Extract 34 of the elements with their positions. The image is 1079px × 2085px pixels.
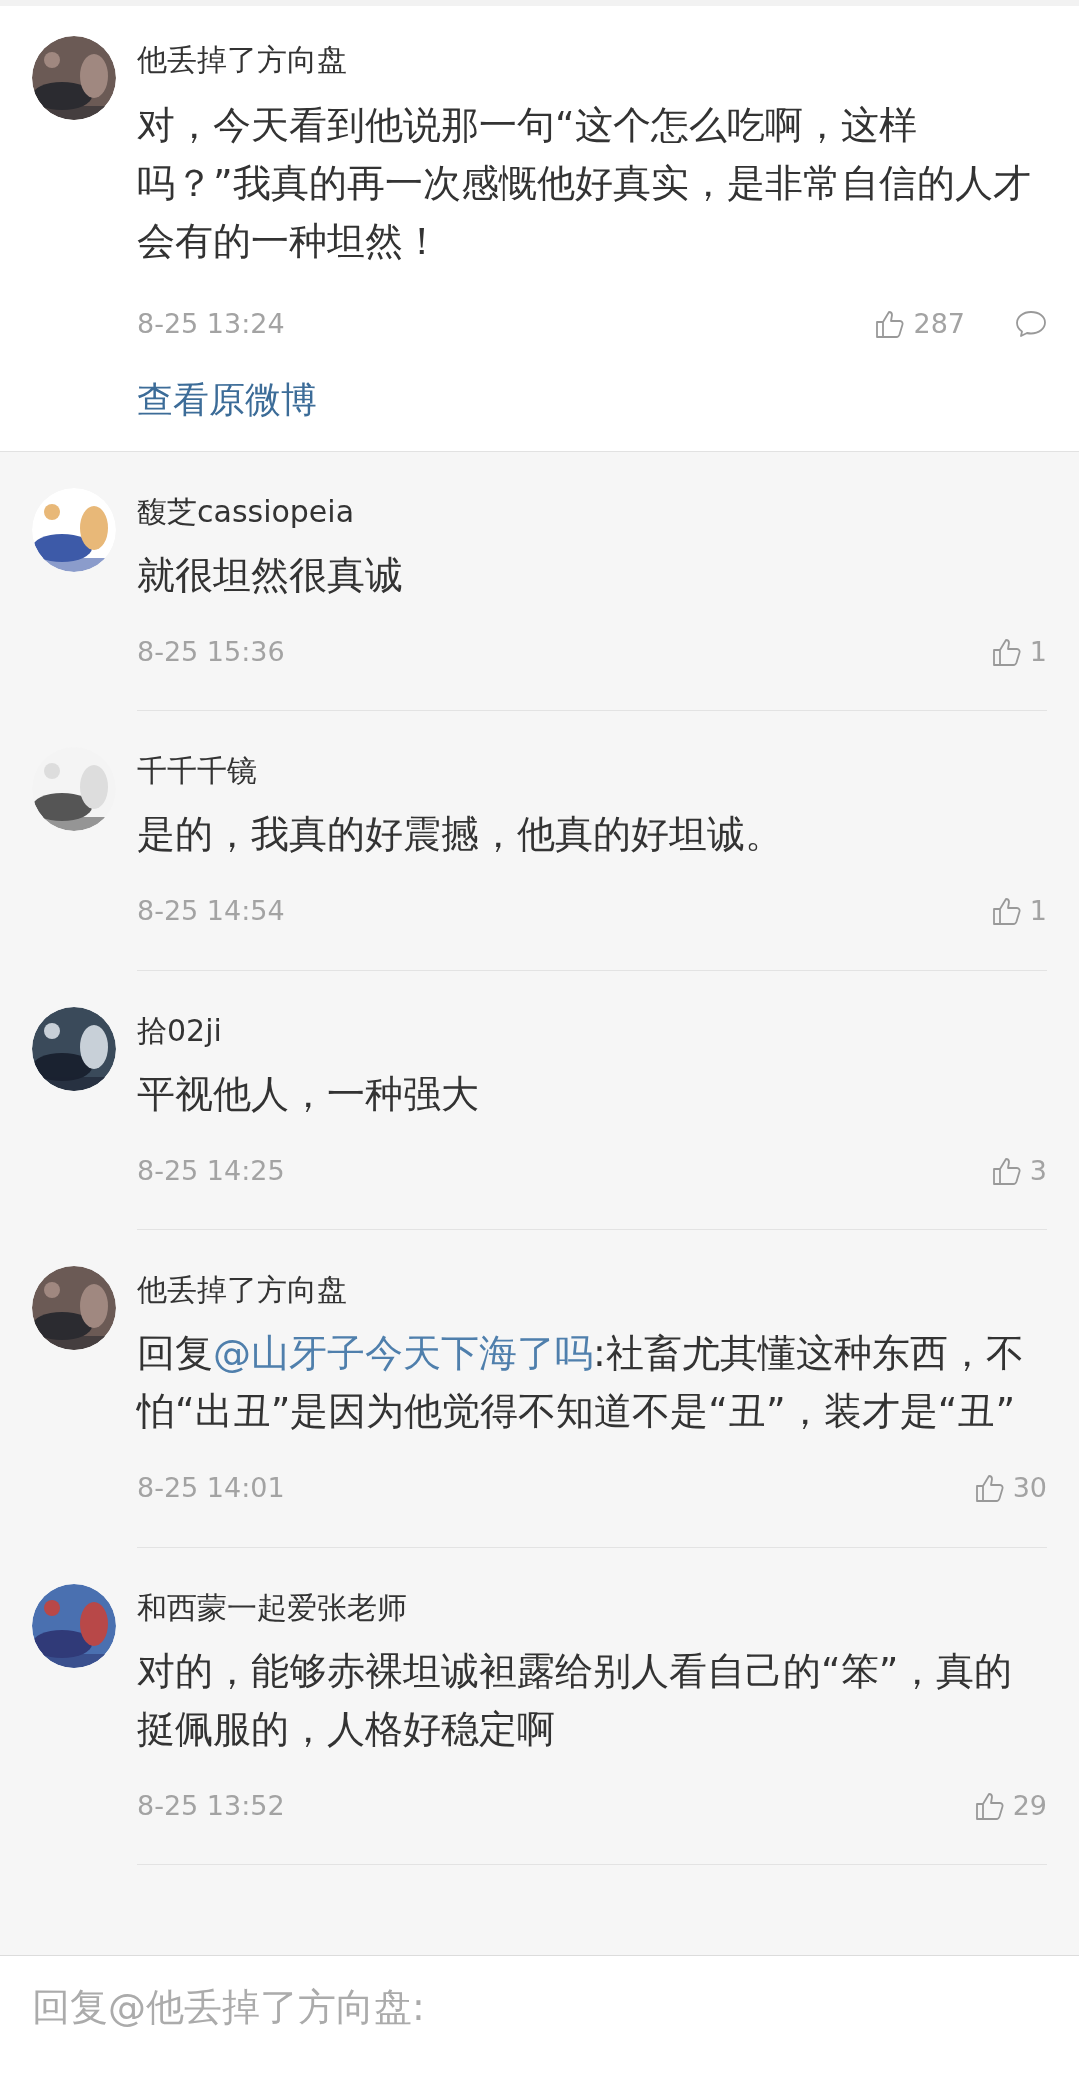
like-count: 29 bbox=[1012, 1788, 1047, 1823]
like-count: 1 bbox=[1029, 894, 1047, 928]
comment-icon[interactable] bbox=[1015, 309, 1047, 340]
thumbs-up-icon[interactable] bbox=[974, 1473, 1005, 1504]
comment-time: 8-25 13:52 bbox=[137, 1788, 285, 1823]
username: 拾02ji bbox=[137, 1011, 223, 1050]
comment-time: 8-25 13:24 bbox=[137, 307, 285, 341]
username: 馥芝cassiopeia bbox=[137, 492, 356, 531]
like-count: 287 bbox=[913, 307, 965, 341]
comment-text: 对，今天看到他说那一句“这个怎么吃啊，这样吗？”我真的再一次感慨他好真实，是非常自信的人才会有的一种坦然！ bbox=[137, 102, 1032, 265]
comment-time: 8-25 15:36 bbox=[137, 634, 285, 669]
username: 千千千镜 bbox=[137, 752, 258, 790]
username: 和西蒙一起爱张老师 bbox=[137, 1588, 408, 1627]
like-count: 3 bbox=[1029, 1153, 1047, 1188]
comment-text: 是的，我真的好震撼，他真的好坦诚。 bbox=[137, 811, 784, 858]
thumbs-up-icon[interactable] bbox=[875, 309, 906, 340]
comment-time: 8-25 14:54 bbox=[137, 894, 285, 928]
comment-text: 平视他人，一种强大 bbox=[137, 1070, 480, 1118]
like-count: 30 bbox=[1012, 1471, 1047, 1505]
username: 他丢掉了方向盘 bbox=[137, 1271, 348, 1309]
like-count: 1 bbox=[1029, 634, 1047, 669]
comment-time: 8-25 14:01 bbox=[137, 1471, 285, 1505]
comment-text: 就很坦然很真诚 bbox=[137, 551, 404, 599]
comment-text: 回复@山牙子今天下海了吗:社畜尤其懂这种东西，不怕“出丑”是因为他觉得不知道不是“丑”，装才是“丑” bbox=[137, 1330, 1025, 1435]
mention-link[interactable]: @山牙子今天下海了吗 bbox=[213, 1331, 593, 1375]
reply-input-field[interactable]: 回复@他丢掉了方向盘: bbox=[0, 1955, 1079, 2085]
comment-text: 对的，能够赤裸坦诚袒露给别人看自己的“笨”，真的挺佩服的，人格好稳定啊 bbox=[137, 1647, 1014, 1753]
thumbs-up-icon[interactable] bbox=[991, 896, 1022, 927]
thumbs-up-icon[interactable] bbox=[991, 1155, 1022, 1186]
thumbs-up-icon[interactable] bbox=[991, 636, 1022, 667]
username: 他丢掉了方向盘 bbox=[137, 41, 348, 79]
view-original-link[interactable]: 查看原微博 bbox=[137, 372, 317, 427]
comment-time: 8-25 14:25 bbox=[137, 1153, 285, 1188]
thumbs-up-icon[interactable] bbox=[974, 1790, 1005, 1821]
